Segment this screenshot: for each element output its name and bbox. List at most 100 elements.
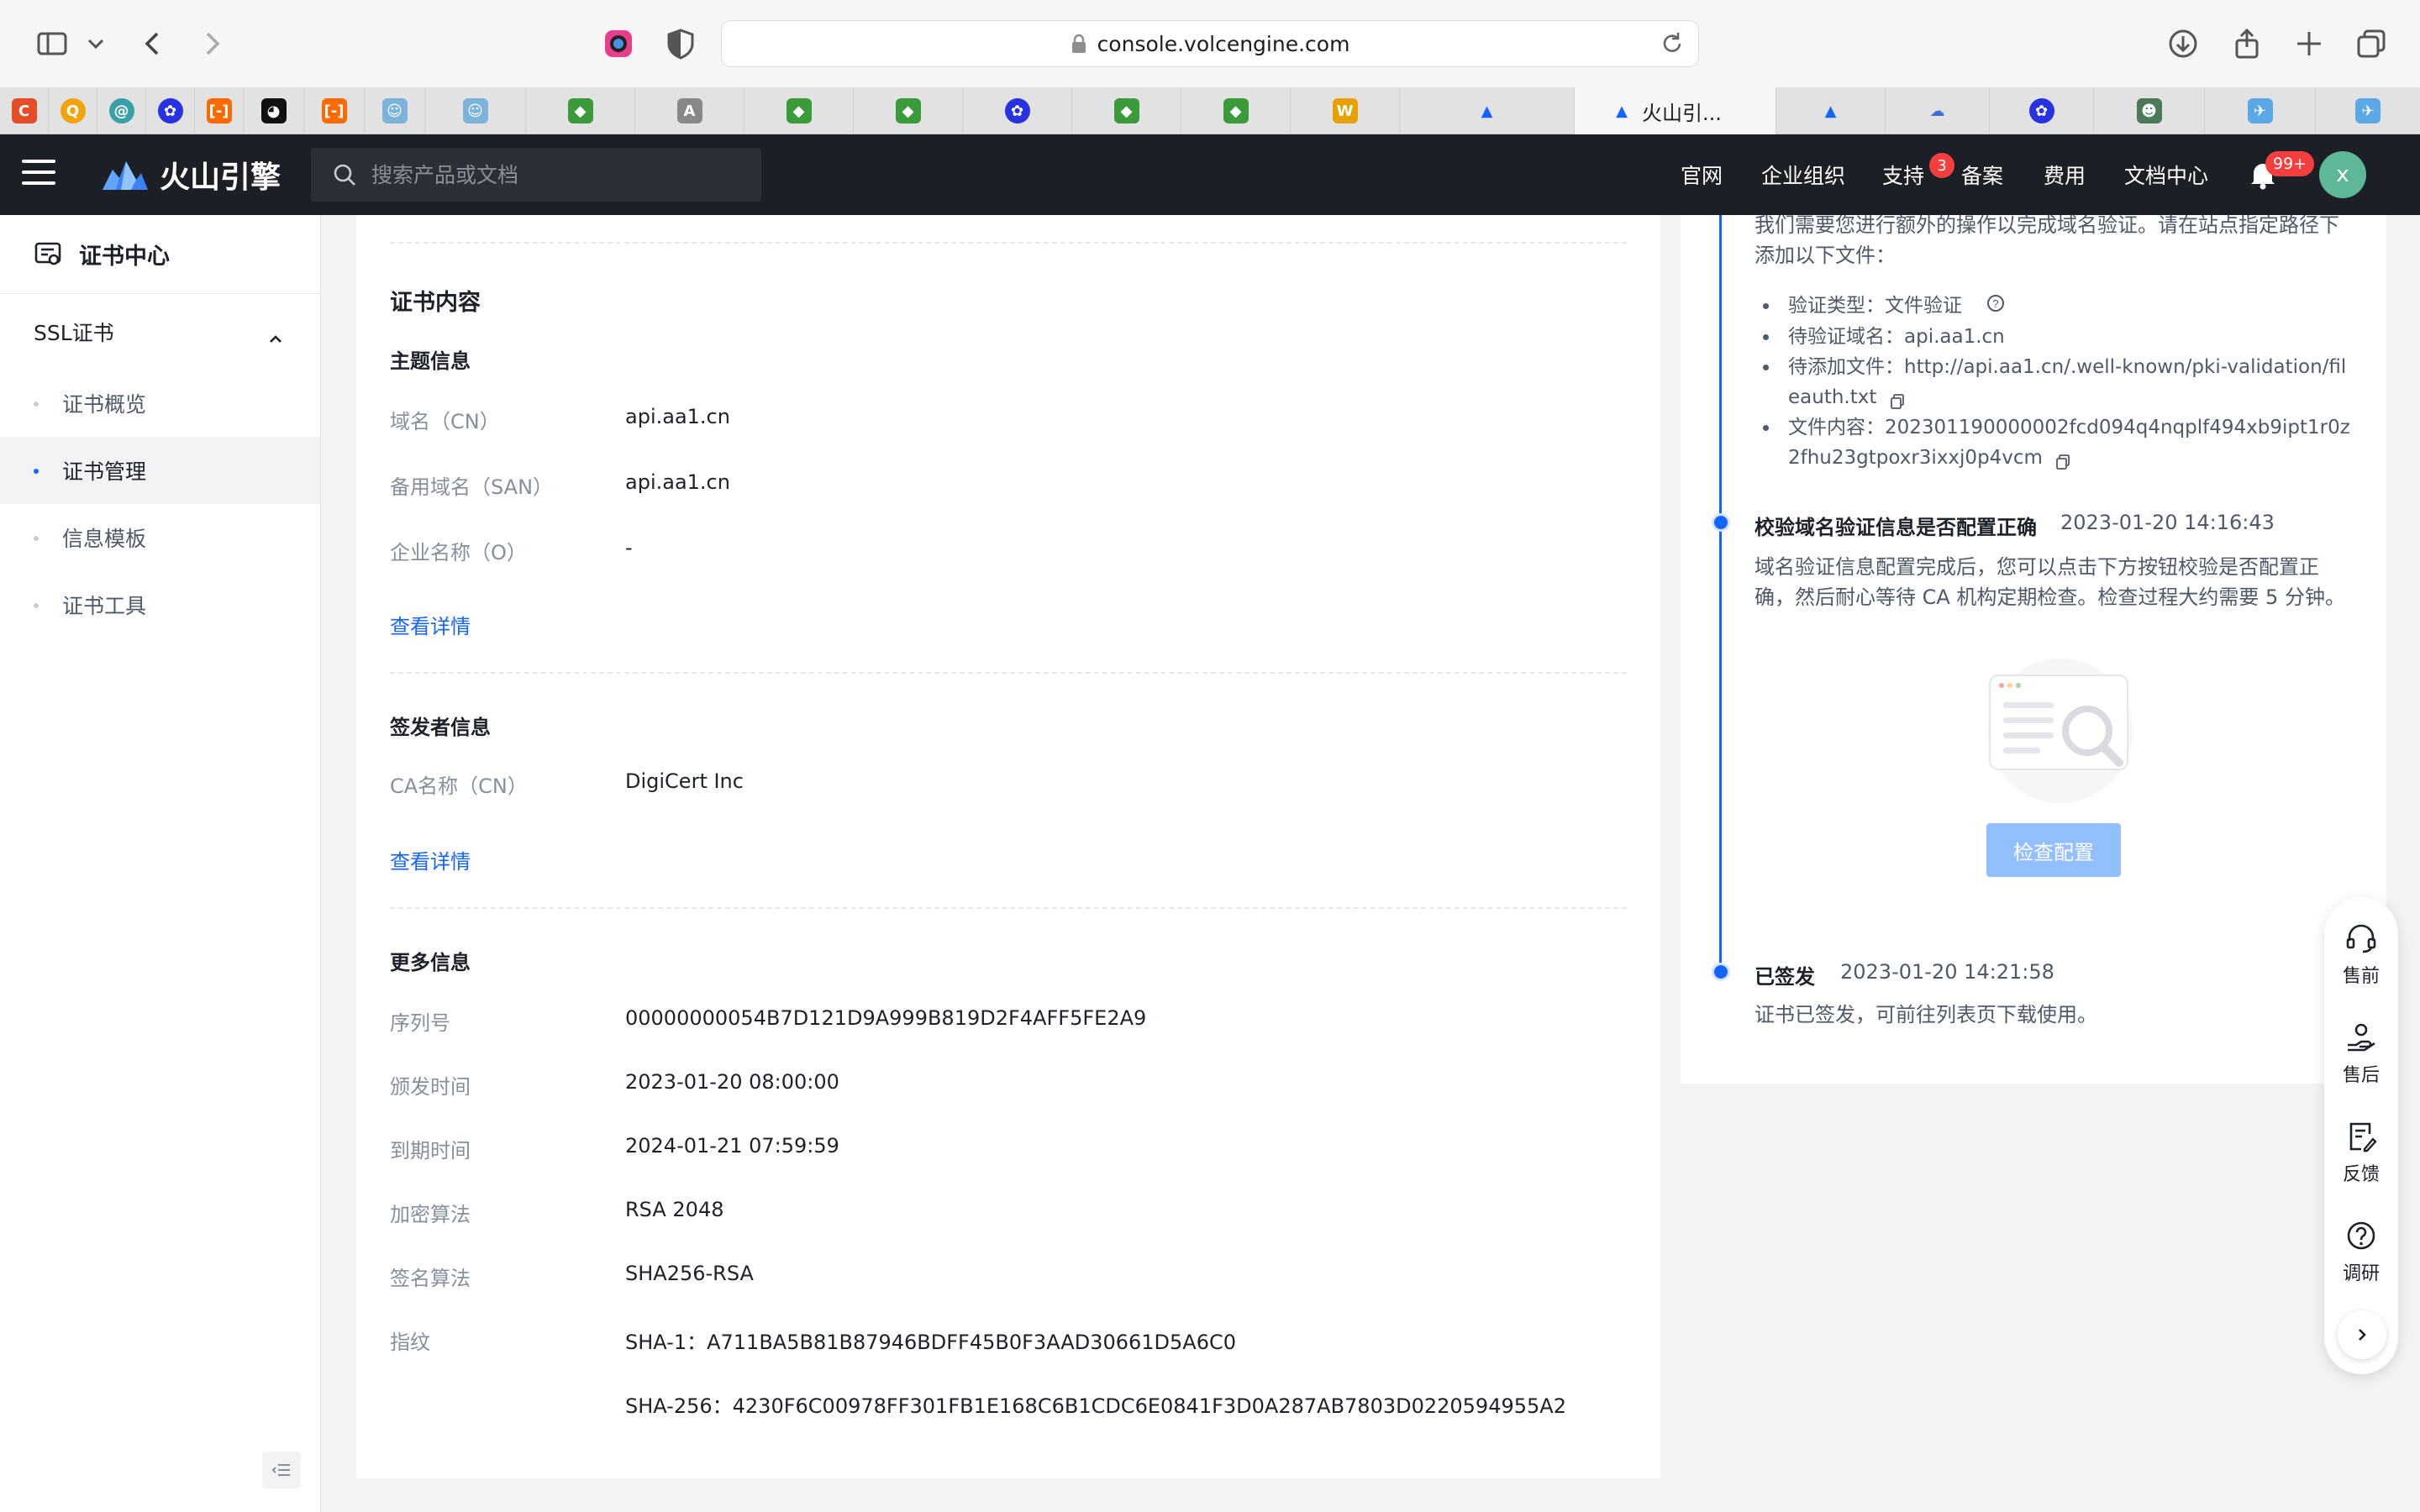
brand-name: 火山引擎 <box>160 160 281 195</box>
support-badge: 3 <box>1929 153 1954 178</box>
nav-support[interactable]: 支持 <box>1882 160 1924 190</box>
certificate-icon <box>34 242 61 265</box>
step3-title: 已签发 <box>1754 965 1815 989</box>
back-icon[interactable] <box>131 22 175 66</box>
aftersale-button[interactable]: 售后 <box>2324 1021 2398 1087</box>
avatar[interactable]: x <box>2319 151 2366 198</box>
paw-favicon-icon: ✿ <box>1004 98 1030 123</box>
tab-item[interactable]: Q <box>49 87 97 134</box>
floating-help-panel: 售前 售后 反馈 调研 <box>2324 897 2398 1374</box>
search-icon <box>334 164 355 186</box>
q-favicon-icon: Q <box>60 98 86 123</box>
step2-desc: 确，然后耐心等待 CA 机构定期检查。检查过程大约需要 5 分钟。 <box>1754 585 2345 609</box>
document-search-illustration-icon <box>1985 654 2136 805</box>
sidebar-item-tools[interactable]: 证书工具 <box>0 571 320 638</box>
download-icon[interactable] <box>2161 22 2205 66</box>
sidebar-item-templates[interactable]: 信息模板 <box>0 504 320 571</box>
sidebar-item-overview[interactable]: 证书概览 <box>0 370 320 437</box>
sidebar-item-management[interactable]: 证书管理 <box>0 437 320 504</box>
nav-docs[interactable]: 文档中心 <box>2124 160 2208 190</box>
tab-item[interactable]: ☻ <box>2094 87 2205 134</box>
shield-favicon-icon: ◆ <box>1113 98 1139 123</box>
copy-icon[interactable] <box>2055 449 2070 470</box>
nav-official-site[interactable]: 官网 <box>1681 160 1723 190</box>
search-input[interactable] <box>371 162 724 187</box>
presale-label: 售前 <box>2342 966 2380 987</box>
field-value: 2024-01-21 07:59:59 <box>625 1134 839 1158</box>
headset-icon <box>2346 924 2376 953</box>
copy-icon[interactable] <box>1890 389 1905 409</box>
edit-note-icon <box>2349 1122 2377 1152</box>
survey-label: 调研 <box>2342 1263 2380 1284</box>
divider <box>390 672 1627 674</box>
intro-text: 我们需要您进行额外的操作以完成域名验证。请在站点指定路径下 <box>1754 213 2339 237</box>
collapse-sidebar-icon[interactable] <box>262 1452 301 1488</box>
feedback-button[interactable]: 反馈 <box>2324 1121 2398 1186</box>
chevron-right-icon[interactable] <box>2338 1310 2386 1359</box>
tab-item[interactable]: [-] <box>195 87 244 134</box>
sidebar-item-label: 证书工具 <box>62 594 147 618</box>
step2-time: 2023-01-20 14:16:43 <box>2060 511 2275 534</box>
nav-org[interactable]: 企业组织 <box>1761 160 1845 190</box>
subject-detail-link[interactable]: 查看详情 <box>390 610 471 639</box>
tab-active[interactable]: ▲ 火山引... <box>1575 87 1776 134</box>
field-label: 指纹 <box>390 1331 430 1354</box>
sidebar-title: 证书中心 <box>79 244 170 270</box>
tab-item[interactable]: ☁ <box>1886 87 1990 134</box>
tab-item[interactable]: ◆ <box>526 87 635 134</box>
tab-item[interactable]: ✿ <box>1990 87 2094 134</box>
tab-item[interactable]: ▲ <box>1400 87 1575 134</box>
tab-item[interactable]: W <box>1291 87 1400 134</box>
tab-item[interactable]: ✈ <box>2205 87 2316 134</box>
issuer-title: 签发者信息 <box>390 716 491 739</box>
tab-item[interactable]: [-] <box>304 87 365 134</box>
brand-logo[interactable]: 火山引擎 <box>101 151 281 198</box>
list-item: 待验证域名：api.aa1.cn <box>1754 322 2360 352</box>
cat-favicon-icon: ◕ <box>260 98 287 123</box>
tab-item[interactable]: A <box>635 87 744 134</box>
sidebar-group-ssl[interactable]: SSL证书 <box>0 294 320 370</box>
tab-item[interactable]: ◆ <box>744 87 854 134</box>
tab-item[interactable]: ☺ <box>425 87 526 134</box>
issuer-detail-link[interactable]: 查看详情 <box>390 845 471 874</box>
global-search[interactable] <box>311 148 761 202</box>
volcano-favicon-icon: ▲ <box>1616 102 1628 120</box>
chevron-up-icon <box>268 324 283 349</box>
tab-item[interactable]: ◆ <box>1181 87 1291 134</box>
field-value: api.aa1.cn <box>625 470 730 494</box>
menu-icon[interactable] <box>22 160 55 190</box>
tab-item[interactable]: ▲ <box>1776 87 1886 134</box>
help-icon[interactable]: ? <box>1986 291 2005 322</box>
tab-item[interactable]: ✈ <box>2316 87 2420 134</box>
nav-filing[interactable]: 备案 <box>1961 160 2003 190</box>
reload-icon[interactable] <box>1658 29 1686 58</box>
forward-icon[interactable] <box>190 22 234 66</box>
check-config-button[interactable]: 检查配置 <box>1986 823 2121 877</box>
privacy-shield-icon[interactable] <box>659 22 702 66</box>
address-bar[interactable]: console.volcengine.com <box>721 20 1699 67</box>
certificate-content-card: 证书内容 主题信息 域名（CN） api.aa1.cn 备用域名（SAN） ap… <box>356 215 1660 1478</box>
dot-icon <box>34 603 39 608</box>
tab-item[interactable]: @ <box>97 87 146 134</box>
presale-button[interactable]: 售前 <box>2324 922 2398 988</box>
timeline-line <box>1719 215 1722 969</box>
volcano-favicon-icon: ▲ <box>1824 102 1837 120</box>
sidebar-toggle-icon[interactable] <box>30 22 74 66</box>
photo-favicon-icon: ☺ <box>462 98 488 123</box>
tab-overview-icon[interactable] <box>2349 22 2393 66</box>
survey-button[interactable]: 调研 <box>2324 1220 2398 1285</box>
new-tab-icon[interactable] <box>2287 22 2331 66</box>
field-value: SHA-1：A711BA5B81B87946BDFF45B0F3AAD30661… <box>625 1331 1236 1354</box>
chevron-down-icon[interactable] <box>77 22 114 66</box>
tab-item[interactable]: ◆ <box>1072 87 1181 134</box>
share-icon[interactable] <box>2225 22 2269 66</box>
tab-item[interactable]: ☺ <box>365 87 425 134</box>
tab-item[interactable]: ✿ <box>963 87 1072 134</box>
tab-item[interactable]: ◆ <box>854 87 963 134</box>
tab-item[interactable]: ✿ <box>146 87 195 134</box>
tab-item[interactable]: C <box>0 87 49 134</box>
file-path: 待添加文件：http://api.aa1.cn/.well-known/pki-… <box>1788 355 2347 378</box>
nav-billing[interactable]: 费用 <box>2044 160 2086 190</box>
extension-camera-icon[interactable] <box>597 22 640 66</box>
tab-item[interactable]: ◕ <box>244 87 304 134</box>
